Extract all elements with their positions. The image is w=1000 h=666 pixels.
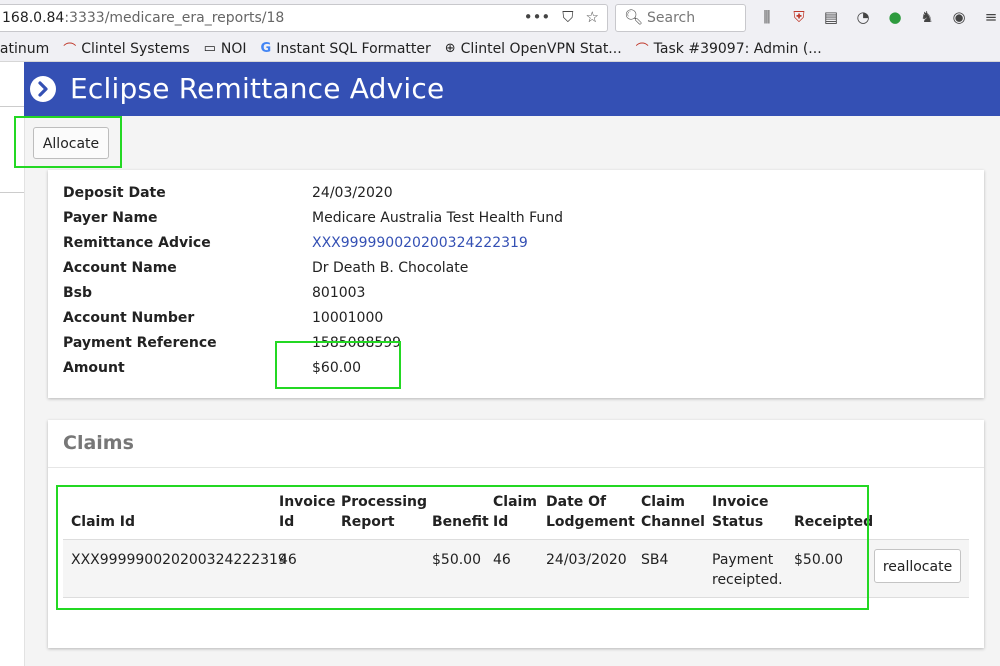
column-header-invoice-status[interactable]: Invoice Status (712, 492, 769, 532)
field-label: Remittance Advice (63, 235, 211, 251)
site-icon: ⌒ (63, 43, 77, 58)
extension-icon[interactable]: ♞ (917, 8, 937, 26)
column-header-receipted[interactable]: Receipted (794, 512, 873, 532)
search-placeholder: Search (647, 10, 696, 26)
field-label: Account Number (63, 310, 195, 326)
bookmark-item[interactable]: ⌒ Clintel Systems (63, 39, 189, 59)
chevron-right-icon[interactable] (30, 76, 56, 102)
menu-icon[interactable]: ≡ (981, 8, 1000, 26)
bookmarks-bar: latinum ⌒ Clintel Systems ▭ NOI G Instant S… (0, 36, 1000, 62)
bookmark-star-icon[interactable]: ☆ (586, 8, 599, 26)
column-header-claim-number[interactable]: Claim Id (493, 492, 537, 532)
claim-number-cell: 46 (493, 552, 511, 568)
page-title: Eclipse Remittance Advice (70, 72, 445, 105)
claim-id-link[interactable]: XXX99999002020032422​2319 (71, 550, 287, 570)
bookmark-item[interactable]: latinum (0, 41, 49, 57)
receipted-link[interactable]: $50.00 (794, 550, 843, 570)
chat-extension-icon[interactable]: ● (885, 8, 905, 26)
column-header-date-of-lodgement[interactable]: Date Of Lodgement (546, 492, 635, 532)
sidebar-divider (0, 106, 24, 107)
card-divider (48, 467, 984, 468)
claims-title: Claims (63, 432, 134, 454)
address-bar[interactable]: 168.0.84:3333/medicare_era_reports/18 ••… (0, 4, 608, 32)
bookmark-item[interactable]: ⊕ Clintel OpenVPN Stat... (445, 41, 622, 57)
invoice-status-cell: Payment receipted. (712, 552, 783, 588)
account-number-value: 10001000 (312, 310, 384, 326)
app-header: Eclipse Remittance Advice (24, 62, 1000, 116)
invoice-id-link[interactable]: 46 (279, 550, 297, 570)
claims-card: Claims Claim Id Invoice Id Processing Repo… (48, 420, 984, 648)
account-icon[interactable]: ◉ (949, 8, 969, 26)
remittance-advice-link[interactable]: XXX99999002020032422​2319 (312, 231, 528, 256)
globe-icon: ⊕ (444, 41, 456, 56)
account-name-value: Dr Death B. Chocolate (312, 260, 469, 276)
column-header-claim-channel[interactable]: Claim Channel (641, 492, 705, 532)
benefit-cell: $50.00 (432, 552, 481, 568)
claim-channel-cell: SB4 (641, 552, 669, 568)
field-label: Payment Reference (63, 335, 217, 351)
field-label: Bsb (63, 285, 93, 301)
field-label: Amount (63, 360, 125, 376)
remittance-details-card: Deposit Date 24/03/2020 Payer Name Medic… (48, 170, 984, 398)
column-header-processing-report[interactable]: Processing Report (341, 492, 427, 532)
sidebar-divider (0, 192, 24, 193)
amount-value: $60.00 (312, 360, 361, 376)
table-row-rule (63, 597, 969, 598)
browser-toolbar: 168.0.84:3333/medicare_era_reports/18 ••… (0, 0, 1000, 36)
bsb-value: 801003 (312, 285, 366, 301)
field-label: Deposit Date (63, 185, 166, 201)
deposit-date-value: 24/03/2020 (312, 185, 393, 201)
page-actions-icon[interactable]: ••• (524, 8, 551, 26)
bookmarks-overflow-icon[interactable] (986, 36, 1000, 62)
shield-icon[interactable]: ⛨ (789, 8, 809, 26)
pocket-icon[interactable]: ⛉ (562, 8, 573, 26)
cookie-icon[interactable]: ◔ (853, 8, 873, 26)
column-header-claim-id[interactable]: Claim Id (71, 512, 135, 532)
bookmark-item[interactable]: G Instant SQL Formatter (261, 41, 431, 57)
allocate-button[interactable]: Allocate (33, 127, 109, 159)
library-icon[interactable]: ⫼ (757, 8, 777, 26)
date-of-lodgement-cell: 24/03/2020 (546, 552, 627, 568)
sidebar-strip (0, 62, 25, 666)
field-label: Payer Name (63, 210, 158, 226)
url-text[interactable]: 168.0.84:3333/medicare_era_reports/18 (2, 10, 284, 26)
search-icon: 🔍︎ (624, 8, 644, 26)
column-header-invoice-id[interactable]: Invoice Id (279, 492, 336, 532)
field-label: Account Name (63, 260, 177, 276)
bookmark-item[interactable]: ⌒ Task #39097: Admin (... (635, 39, 822, 59)
bookmark-item[interactable]: ▭ NOI (204, 41, 247, 57)
payment-reference-value: 1585088599 (312, 335, 402, 351)
reallocate-button[interactable]: reallocate (874, 549, 961, 583)
folder-icon: ▭ (203, 41, 216, 56)
payer-name-value: Medicare Australia Test Health Fund (312, 210, 563, 226)
column-header-benefit[interactable]: Benefit (432, 512, 489, 532)
browser-search-input[interactable]: 🔍︎ Search (615, 4, 746, 32)
site-icon: ⌒ (635, 43, 649, 58)
reader-view-icon[interactable]: ▤ (821, 8, 841, 26)
google-icon: G (260, 41, 272, 56)
